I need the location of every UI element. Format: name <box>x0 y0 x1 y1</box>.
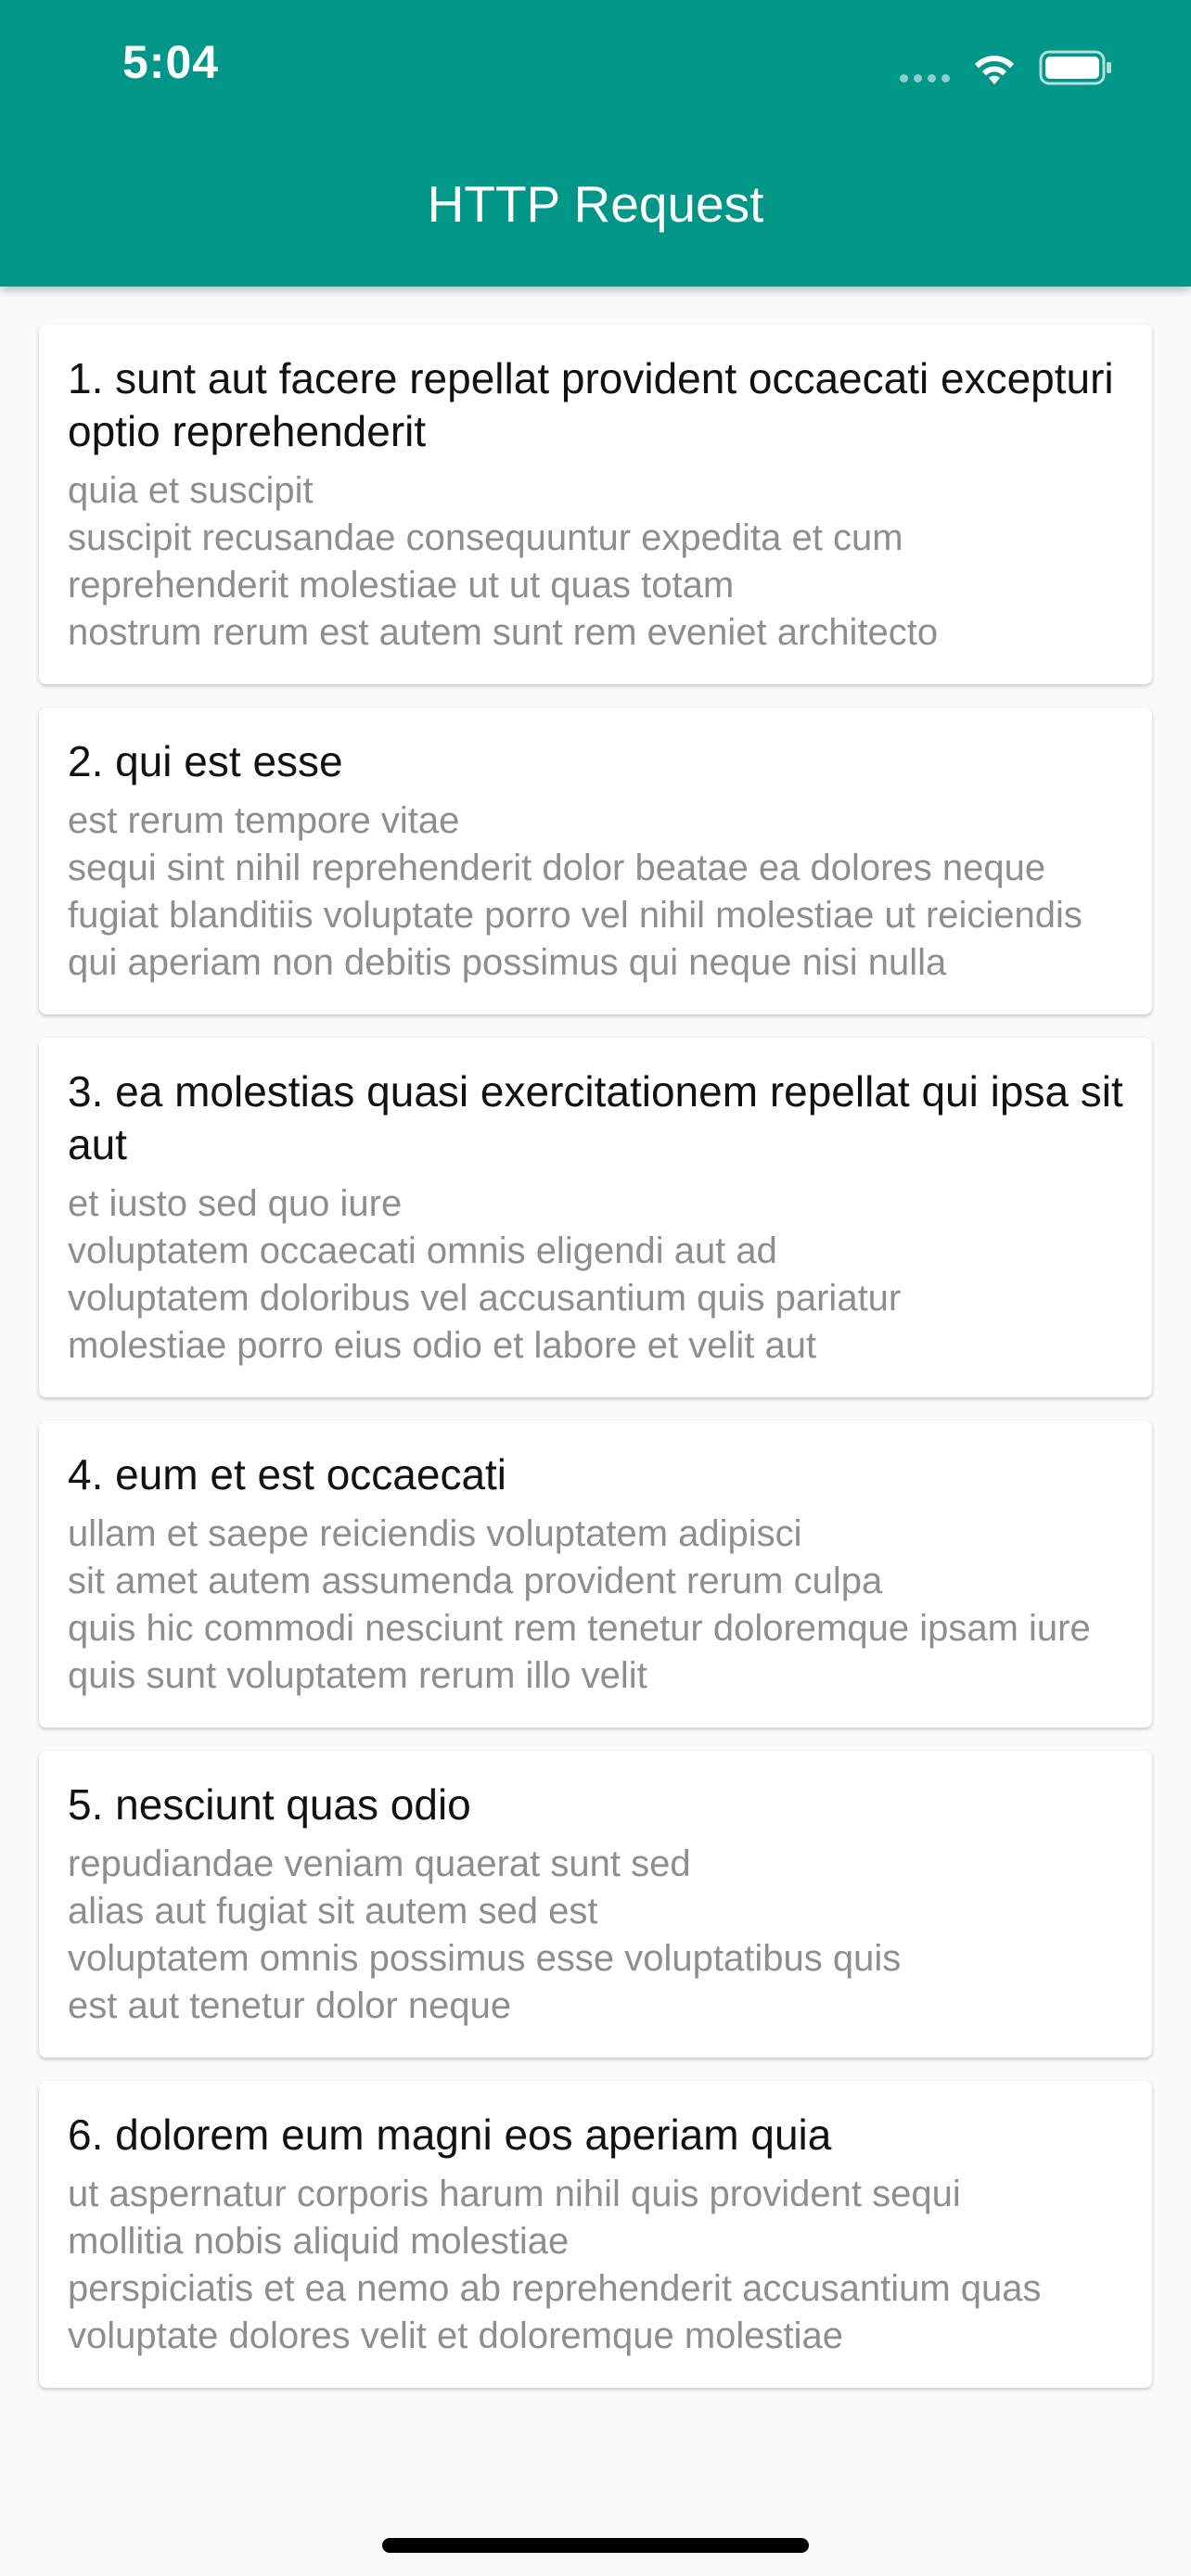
cellular-signal-icon <box>900 73 950 83</box>
page-title: HTTP Request <box>427 175 764 233</box>
status-time: 5:04 <box>122 36 220 88</box>
post-card[interactable]: 5. nesciunt quas odio repudiandae veniam… <box>39 1751 1152 2058</box>
post-body: repudiandae veniam quaerat sunt sed alia… <box>68 1843 902 2026</box>
app-screen: 5:04 HTTP Request 1. sunt aut facere rep… <box>0 0 1191 2576</box>
post-card[interactable]: 4. eum et est occaecati ullam et saepe r… <box>39 1421 1152 1728</box>
post-body: ullam et saepe reiciendis voluptatem adi… <box>68 1513 1091 1696</box>
post-title: 2. qui est esse <box>68 737 343 785</box>
post-body: est rerum tempore vitae sequi sint nihil… <box>68 800 1082 983</box>
posts-list[interactable]: 1. sunt aut facere repellat provident oc… <box>39 325 1152 2411</box>
post-card[interactable]: 3. ea molestias quasi exercitationem rep… <box>39 1038 1152 1397</box>
status-icons <box>900 45 1113 91</box>
post-body: quia et suscipit suscipit recusandae con… <box>68 470 939 653</box>
post-body: ut aspernatur corporis harum nihil quis … <box>68 2174 1042 2356</box>
post-title: 6. dolorem eum magni eos aperiam quia <box>68 2111 832 2159</box>
post-body: et iusto sed quo iure voluptatem occaeca… <box>68 1183 902 1366</box>
home-indicator[interactable] <box>382 2538 809 2553</box>
post-card[interactable]: 1. sunt aut facere repellat provident oc… <box>39 325 1152 684</box>
post-card[interactable]: 6. dolorem eum magni eos aperiam quia ut… <box>39 2081 1152 2388</box>
wifi-icon <box>975 56 1014 84</box>
post-card[interactable]: 2. qui est esse est rerum tempore vitae … <box>39 708 1152 1014</box>
post-title: 3. ea molestias quasi exercitationem rep… <box>68 1067 1123 1168</box>
battery-icon <box>1039 50 1111 85</box>
app-bar: 5:04 HTTP Request <box>0 0 1191 287</box>
post-title: 1. sunt aut facere repellat provident oc… <box>68 354 1114 455</box>
post-title: 4. eum et est occaecati <box>68 1450 507 1498</box>
post-title: 5. nesciunt quas odio <box>68 1780 471 1829</box>
